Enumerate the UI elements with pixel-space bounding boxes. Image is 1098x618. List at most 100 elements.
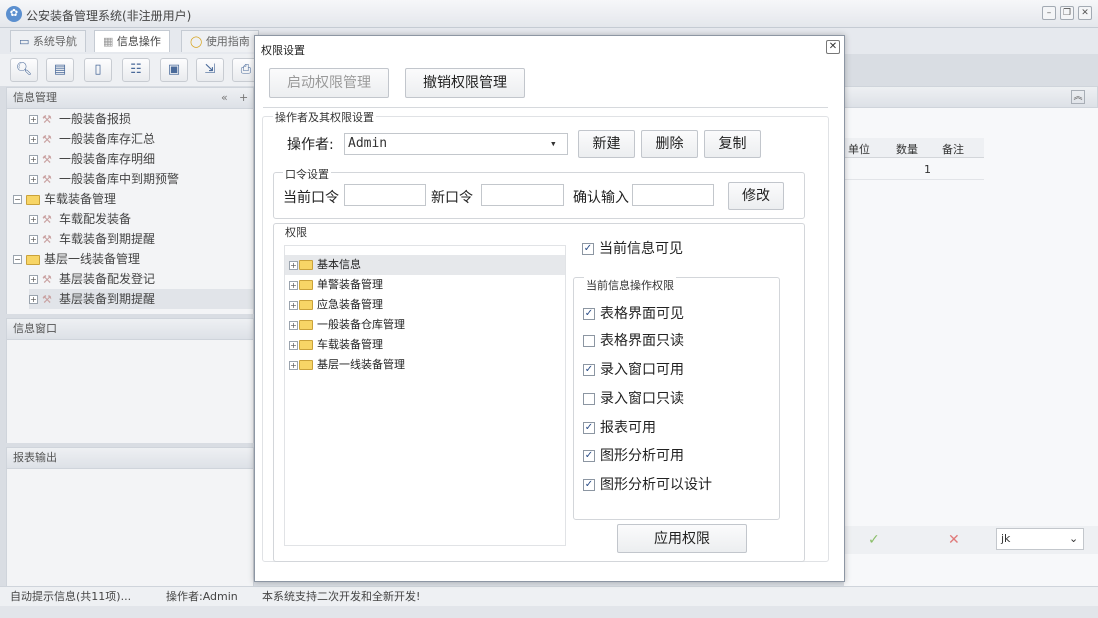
permission-tree-node[interactable]: + 基层一线装备管理: [285, 355, 565, 375]
expand-icon[interactable]: +: [29, 275, 38, 284]
tab-label: 使用指南: [205, 35, 250, 48]
tree-item[interactable]: + ⚒ 车载配发装备: [29, 209, 253, 229]
expand-icon[interactable]: +: [289, 280, 298, 290]
op-permission-checkbox[interactable]: 表格界面只读: [583, 330, 684, 350]
checkbox-label: 报表可用: [600, 420, 656, 436]
chevron-down-icon: ▾: [550, 137, 557, 150]
password-section-legend: 口令设置: [283, 166, 331, 182]
column-header[interactable]: 备注: [942, 141, 964, 157]
current-password-field[interactable]: [344, 184, 426, 206]
panel-title: 信息管理: [13, 91, 57, 104]
collapse-up-icon[interactable]: ︽: [1071, 90, 1085, 104]
op-permission-checkbox[interactable]: ✓ 图形分析可以设计: [583, 474, 712, 494]
collapse-icon[interactable]: «: [221, 88, 228, 108]
tab-info-operation[interactable]: ▦ 信息操作: [94, 30, 170, 52]
permission-tree-node[interactable]: + 一般装备仓库管理: [285, 315, 565, 335]
grid-icon: ▦: [103, 35, 117, 48]
operator-select[interactable]: Admin ▾: [344, 133, 568, 155]
close-window-icon[interactable]: ✕: [1078, 6, 1092, 20]
new-password-field[interactable]: [481, 184, 564, 206]
permission-tree-node[interactable]: + 基本信息: [285, 255, 565, 275]
grid-header-row: 单位 数量 备注: [844, 138, 984, 158]
expand-icon[interactable]: +: [289, 340, 298, 350]
tree-item[interactable]: + ⚒ 一般装备库中到期预警: [29, 169, 253, 189]
window-icon[interactable]: ▣: [160, 58, 188, 82]
tab-system-nav[interactable]: ▭ 系统导航: [10, 30, 86, 52]
checked-icon: ✓: [583, 422, 595, 434]
expand-icon[interactable]: +: [289, 260, 298, 270]
expand-icon[interactable]: +: [29, 295, 38, 304]
cancel-icon[interactable]: ✕: [948, 532, 960, 548]
tab-guide[interactable]: ◯ 使用指南: [181, 30, 259, 52]
permission-tree-node[interactable]: + 车载装备管理: [285, 335, 565, 355]
users-icon[interactable]: ☷: [122, 58, 150, 82]
op-permission-checkbox[interactable]: ✓ 表格界面可见: [583, 303, 684, 323]
tree-item[interactable]: + ⚒ 基层装备配发登记: [29, 269, 253, 289]
tree-folder[interactable]: − 车载装备管理: [13, 189, 253, 209]
expand-icon[interactable]: +: [29, 215, 38, 224]
info-management-header: 信息管理 « +: [6, 87, 254, 109]
dialog-close-icon[interactable]: ✕: [826, 40, 840, 54]
current-visible-checkbox[interactable]: ✓ 当前信息可见: [582, 238, 683, 258]
op-permission-checkbox[interactable]: ✓ 录入窗口可用: [583, 359, 684, 379]
tools-icon: ⚒: [42, 232, 52, 246]
column-header[interactable]: 单位: [848, 141, 870, 157]
operator-select[interactable]: jk ⌄: [996, 528, 1084, 550]
list-icon[interactable]: ▤: [46, 58, 74, 82]
add-icon[interactable]: +: [239, 88, 248, 108]
tree-item-label: 一般装备库中到期预警: [59, 172, 180, 186]
enable-permission-button[interactable]: 启动权限管理: [269, 68, 389, 98]
collapse-icon[interactable]: −: [13, 255, 22, 264]
confirm-icon[interactable]: ✓: [868, 532, 880, 548]
unchecked-icon: [583, 393, 595, 405]
permission-tree-node[interactable]: + 应急装备管理: [285, 295, 565, 315]
select-value: jk: [1001, 532, 1011, 545]
tree-item[interactable]: + ⚒ 车载装备到期提醒: [29, 229, 253, 249]
tree-item[interactable]: + ⚒ 一般装备报损: [29, 109, 253, 129]
op-permission-legend: 当前信息操作权限: [584, 277, 676, 293]
expand-icon[interactable]: +: [29, 135, 38, 144]
expand-icon[interactable]: +: [29, 235, 38, 244]
expand-icon[interactable]: +: [29, 155, 38, 164]
permission-tree-node[interactable]: + 单警装备管理: [285, 275, 565, 295]
tree-item-label: 车载配发装备: [59, 212, 132, 226]
table-row[interactable]: 1: [844, 160, 984, 180]
expand-icon[interactable]: +: [289, 360, 298, 370]
tree-folder[interactable]: − 基层一线装备管理: [13, 249, 253, 269]
expand-icon[interactable]: +: [29, 115, 38, 124]
expand-icon[interactable]: +: [29, 175, 38, 184]
tree-item[interactable]: + ⚒ 一般装备库存明细: [29, 149, 253, 169]
app-logo-icon: ✿: [6, 6, 22, 22]
op-permission-checkbox[interactable]: ✓ 报表可用: [583, 417, 656, 437]
revoke-permission-button[interactable]: 撤销权限管理: [405, 68, 525, 98]
search-icon[interactable]: 🔍︎: [10, 58, 38, 82]
column-header[interactable]: 数量: [896, 141, 918, 157]
current-password-label: 当前口令: [283, 190, 339, 206]
tree-item-label: 车载装备到期提醒: [59, 232, 156, 246]
new-button[interactable]: 新建: [578, 130, 635, 158]
minimize-icon[interactable]: –: [1042, 6, 1056, 20]
confirm-password-field[interactable]: [632, 184, 714, 206]
tree-item[interactable]: + ⚒ 一般装备库存汇总: [29, 129, 253, 149]
tree-item[interactable]: + ⚒ 基层装备到期提醒: [29, 289, 253, 309]
tools-icon: ⚒: [42, 112, 52, 126]
apply-permission-button[interactable]: 应用权限: [617, 524, 747, 553]
modify-password-button[interactable]: 修改: [728, 182, 784, 210]
status-message: 本系统支持二次开发和全新开发!: [262, 590, 421, 603]
copy-button[interactable]: 复制: [704, 130, 761, 158]
folder-icon: [299, 320, 313, 330]
tree-item-label: 基层装备配发登记: [59, 272, 156, 286]
folder-icon: [26, 194, 40, 205]
export-icon[interactable]: ⇲: [196, 58, 224, 82]
op-permission-checkbox[interactable]: ✓ 图形分析可用: [583, 445, 684, 465]
document-icon[interactable]: ▯: [84, 58, 112, 82]
op-permission-checkbox[interactable]: 录入窗口只读: [583, 388, 684, 408]
expand-icon[interactable]: +: [289, 300, 298, 310]
tools-icon: ⚒: [42, 292, 52, 306]
restore-icon[interactable]: ❐: [1060, 6, 1074, 20]
tree-item-label: 一般装备报损: [59, 112, 132, 126]
expand-icon[interactable]: +: [289, 320, 298, 330]
delete-button[interactable]: 删除: [641, 130, 698, 158]
collapse-icon[interactable]: −: [13, 195, 22, 204]
unchecked-icon: [583, 335, 595, 347]
